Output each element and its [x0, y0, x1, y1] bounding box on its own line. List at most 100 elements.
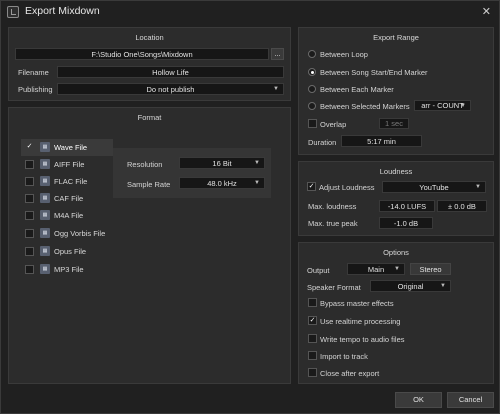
speaker-format-value: Original — [397, 282, 424, 291]
format-checkbox[interactable] — [25, 229, 34, 238]
format-label: Opus File — [54, 247, 87, 256]
bypass-effects-checkbox[interactable] — [308, 298, 317, 307]
format-item[interactable]: ▦ CAF File — [21, 190, 113, 207]
path-field[interactable]: F:\Studio One\Songs\Mixdown — [15, 48, 269, 60]
audio-file-icon: ▦ — [40, 142, 50, 152]
audio-file-icon: ▦ — [40, 246, 50, 256]
export-mixdown-dialog: Export Mixdown ✕ Location F:\Studio One\… — [0, 0, 500, 414]
format-checkbox[interactable] — [25, 194, 34, 203]
filename-field[interactable]: Hollow Life — [57, 66, 284, 78]
sample-rate-label: Sample Rate — [127, 180, 171, 189]
duration-field: 5:17 min — [341, 135, 422, 147]
publishing-value: Do not publish — [146, 85, 195, 94]
loudness-preset-select[interactable]: YouTube ▼ — [382, 181, 486, 193]
format-label: MP3 File — [54, 265, 84, 274]
max-true-peak-field[interactable]: -1.0 dB — [379, 217, 433, 229]
resolution-value: 16 Bit — [212, 159, 232, 168]
adjust-loudness-checkbox[interactable]: ✓ — [307, 182, 316, 191]
chevron-down-icon: ▼ — [394, 266, 400, 272]
format-label: Wave File — [54, 143, 88, 152]
title-bar: Export Mixdown ✕ — [1, 1, 499, 23]
range-label-selected-markers: Between Selected Markers — [320, 102, 410, 111]
format-item[interactable]: ▦ AIFF File — [21, 156, 113, 173]
output-mode-field: Stereo — [410, 263, 451, 275]
format-item[interactable]: ▦ M4A File — [21, 207, 113, 224]
format-item[interactable]: ▦ Opus File — [21, 243, 113, 260]
duration-label: Duration — [308, 138, 337, 147]
chevron-down-icon: ▼ — [254, 160, 260, 166]
audio-file-icon: ▦ — [40, 159, 50, 169]
format-item[interactable]: ▦ MP3 File — [21, 261, 113, 278]
loudness-offset-field[interactable]: ± 0.0 dB — [437, 200, 487, 212]
chevron-down-icon: ▼ — [460, 103, 466, 109]
chevron-down-icon: ▼ — [273, 86, 279, 92]
audio-file-icon: ▦ — [40, 210, 50, 220]
range-radio-each-marker[interactable] — [308, 85, 316, 93]
format-label: CAF File — [54, 194, 84, 203]
format-list: ✓ ▦ Wave File ▦ AIFF File ▦ FLAC File ▦ … — [21, 139, 113, 279]
options-title: Options — [383, 248, 409, 257]
range-radio-loop[interactable] — [308, 50, 316, 58]
filename-label: Filename — [18, 68, 49, 77]
sample-rate-value: 48.0 kHz — [207, 179, 237, 188]
sample-rate-select[interactable]: 48.0 kHz ▼ — [179, 177, 265, 189]
location-title: Location — [135, 33, 164, 42]
write-tempo-label: Write tempo to audio files — [320, 335, 405, 344]
audio-file-icon: ▦ — [40, 193, 50, 203]
loudness-title: Loudness — [379, 167, 413, 176]
write-tempo-checkbox[interactable] — [308, 334, 317, 343]
close-after-export-label: Close after export — [320, 369, 380, 378]
realtime-processing-checkbox[interactable]: ✓ — [308, 316, 317, 325]
marker-value: arr - COUNT — [421, 101, 464, 110]
format-title: Format — [137, 113, 162, 122]
speaker-format-label: Speaker Format — [307, 283, 361, 292]
max-true-peak-label: Max. true peak — [308, 219, 358, 228]
format-checkbox[interactable] — [25, 265, 34, 274]
format-checkbox[interactable] — [25, 247, 34, 256]
window-title: Export Mixdown — [25, 5, 100, 17]
audio-file-icon: ▦ — [40, 228, 50, 238]
resolution-select[interactable]: 16 Bit ▼ — [179, 157, 265, 169]
format-settings — [113, 148, 271, 198]
output-value: Main — [367, 265, 385, 274]
marker-select[interactable]: arr - COUNT ▼ — [414, 100, 471, 111]
close-after-export-checkbox[interactable] — [308, 368, 317, 377]
import-to-track-label: Import to track — [320, 352, 368, 361]
range-radio-selected-markers[interactable] — [308, 102, 316, 110]
format-label: FLAC File — [54, 177, 88, 186]
max-loudness-field[interactable]: -14.0 LUFS — [379, 200, 435, 212]
overlap-field[interactable]: 1 sec — [379, 118, 409, 129]
speaker-format-select[interactable]: Original ▼ — [370, 280, 451, 292]
chevron-down-icon: ▼ — [475, 184, 481, 190]
range-label-song: Between Song Start/End Marker — [320, 68, 428, 77]
publishing-select[interactable]: Do not publish ▼ — [57, 83, 284, 95]
audio-file-icon: ▦ — [40, 176, 50, 186]
format-label: AIFF File — [54, 160, 85, 169]
resolution-label: Resolution — [127, 160, 163, 169]
format-label: M4A File — [54, 211, 84, 220]
app-icon — [7, 6, 19, 18]
format-checkbox[interactable] — [25, 177, 34, 186]
range-label-loop: Between Loop — [320, 50, 368, 59]
max-loudness-label: Max. loudness — [308, 202, 357, 211]
ok-button[interactable]: OK — [395, 392, 442, 408]
format-item[interactable]: ▦ Ogg Vorbis File — [21, 225, 113, 242]
cancel-button[interactable]: Cancel — [447, 392, 494, 408]
format-checkbox[interactable]: ✓ — [25, 143, 34, 152]
format-item[interactable]: ▦ FLAC File — [21, 173, 113, 190]
output-select[interactable]: Main ▼ — [347, 263, 405, 275]
format-checkbox[interactable] — [25, 160, 34, 169]
import-to-track-checkbox[interactable] — [308, 351, 317, 360]
range-radio-song[interactable] — [308, 68, 316, 76]
adjust-loudness-label: Adjust Loudness — [319, 183, 375, 192]
overlap-checkbox[interactable] — [308, 119, 317, 128]
close-icon[interactable]: ✕ — [482, 5, 491, 18]
dialog-footer: OK Cancel — [1, 387, 499, 413]
loudness-preset-value: YouTube — [419, 183, 449, 192]
browse-button[interactable]: ... — [271, 48, 284, 60]
format-item[interactable]: ✓ ▦ Wave File — [21, 139, 113, 156]
realtime-processing-label: Use realtime processing — [320, 317, 401, 326]
range-label-each-marker: Between Each Marker — [320, 85, 394, 94]
format-checkbox[interactable] — [25, 211, 34, 220]
chevron-down-icon: ▼ — [440, 283, 446, 289]
